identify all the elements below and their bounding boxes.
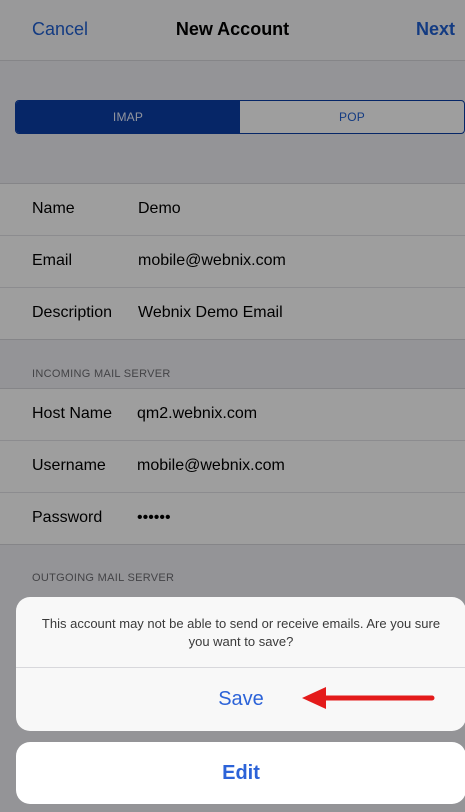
- edit-button[interactable]: Edit: [16, 742, 465, 804]
- sheet-message: This account may not be able to send or …: [41, 616, 441, 649]
- red-arrow-icon: [302, 687, 435, 709]
